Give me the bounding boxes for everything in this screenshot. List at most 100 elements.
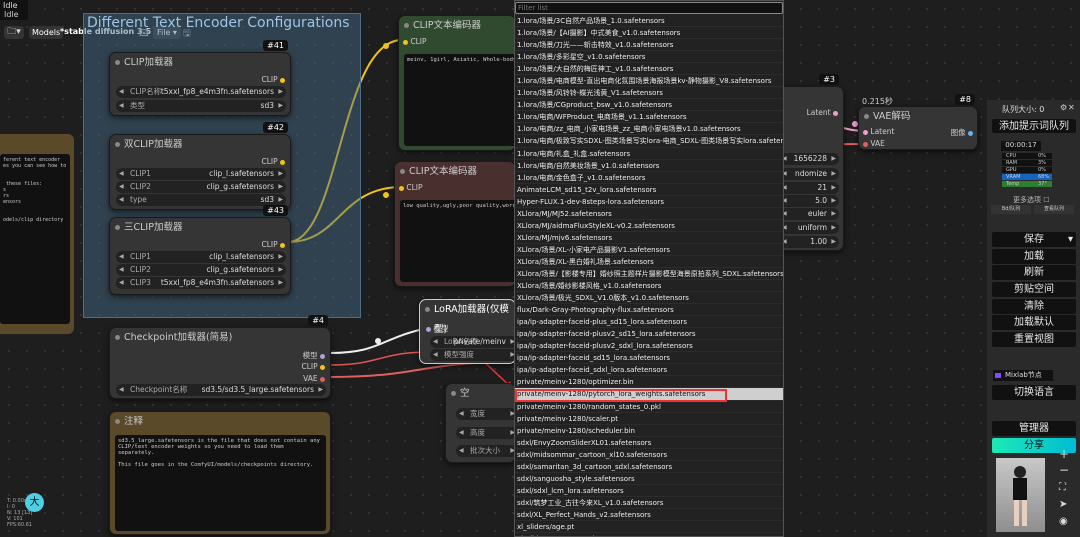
preview-image[interactable] <box>996 458 1045 532</box>
vae-decode-node[interactable]: #8 VAE解码 Latent VAE 图像 <box>858 94 978 150</box>
menu-item[interactable]: sdxl/EnvyZoomSliderXL01.safetensors <box>515 437 783 449</box>
left-note-text[interactable]: ferent text encoder es you can see how t… <box>0 154 70 324</box>
menu-item[interactable]: ipa/ip-adapter-faceid_sd15_lora.safetens… <box>515 352 783 365</box>
refresh-button[interactable]: 刷新 <box>992 265 1076 280</box>
panel-close-icon[interactable]: ✕ <box>1068 103 1075 112</box>
switch-language-button[interactable]: 切换语言 <box>992 385 1076 400</box>
panel-gear-icon[interactable]: ⚙ <box>1060 103 1067 112</box>
menu-item[interactable]: XLlora/场景/XL-小家电产品摄影V1.safetensors <box>515 244 783 256</box>
denoise-widget[interactable]: 1.00 <box>779 236 839 248</box>
clip-output[interactable]: CLIP <box>301 362 325 371</box>
dual-clip-loader-node[interactable]: #42 双CLIP加载器 CLIP CLIP1clip_l.safetensor… <box>109 122 291 210</box>
menu-item[interactable]: XLlora/MJ/mjv6.safetensors <box>515 232 783 244</box>
menu-item[interactable]: sdxl/midsommar_cartoon_xl10.safetensors <box>515 449 783 461</box>
clip-type-widget[interactable]: 类型sd3 <box>116 100 286 112</box>
menu-item[interactable]: XLlora/场景/【影楼专用】婚纱照主题样片摄影模型海景原拍系列_SDXL.s… <box>515 268 783 281</box>
load-button[interactable]: 加载 <box>992 249 1076 264</box>
menu-item[interactable]: XLlora/场景/XL-黑白婚礼场景.safetensors <box>515 256 783 268</box>
ksampler-node[interactable]: #3 Latent 1656228 ndomize 21 5.0 euler u… <box>778 74 844 251</box>
menu-item[interactable]: 1.lora/电商/zz_电商_小家电场景_zz_电商小家电场景v1.0.saf… <box>515 123 783 136</box>
clear-button[interactable]: 清除 <box>992 299 1076 314</box>
menu-item[interactable]: 1.lora/场景/CGproduct_bsw_v1.0.safetensors <box>515 99 783 112</box>
lora-name-widget[interactable]: LoRA名称private/meinv <box>430 336 518 348</box>
load-default-button[interactable]: 加载默认 <box>992 315 1076 330</box>
save-button[interactable]: 保存 ▾ <box>992 232 1076 247</box>
extra-button-1[interactable]: Bd/队列 <box>991 205 1031 214</box>
clip1-widget[interactable]: CLIP1clip_l.safetensors <box>116 168 286 180</box>
height-widget[interactable]: 高度 <box>456 427 518 439</box>
menu-list[interactable]: 1.lora/场景/3C自然产品场景_1.0.safetensors 1.lora… <box>515 15 783 536</box>
models-button[interactable]: Models <box>29 26 64 39</box>
menu-item[interactable]: sdxl/sanguosha_style.safetensors <box>515 473 783 485</box>
vae-input[interactable]: VAE <box>863 139 885 148</box>
menu-item[interactable]: 1.lora/电商/自然美妆场景_v1.0.safetensors <box>515 160 783 172</box>
clip-loader-node[interactable]: #41 CLIP加载器 CLIP CLIP名称t5xxl_fp8_e4m3fn.… <box>109 40 291 116</box>
clip-text-encode-negative[interactable]: CLIP文本编码器 CLIP low quality,ugly,poor qua… <box>394 161 517 287</box>
negative-prompt-text[interactable]: low quality,ugly,poor quality,worst qu <box>400 200 517 282</box>
menu-item[interactable]: XLlora/MJ/aidmaFluxStyleXL-v0.2.safetens… <box>515 220 783 232</box>
menu-item[interactable]: 1.lora/电商/WFProduct_电商场景_v1.1.safetensor… <box>515 111 783 124</box>
menu-item[interactable]: 1.lora/场景/电商模型-直出电商化氛围场景海报场景kv-静物摄影_V8.s… <box>515 75 783 88</box>
menu-item[interactable]: Hyper-FLUX.1-dev-8steps-lora.safetensors <box>515 196 783 208</box>
extra-button-2[interactable]: 查看队列 <box>1034 205 1074 214</box>
menu-item[interactable]: private/meinv-1280/optimizer.bin <box>515 376 783 389</box>
menu-item[interactable]: sdxl/筑梦工业_古往今来XL_v1.0.safetensors <box>515 497 783 509</box>
menu-item[interactable]: xl_sliders/cartoon_style.pt <box>515 533 783 536</box>
avatar[interactable]: 大 <box>25 493 44 512</box>
cfg-widget[interactable]: 5.0 <box>779 195 839 207</box>
menu-item[interactable]: private/meinv-1280/scheduler.bin <box>515 425 783 437</box>
menu-item[interactable]: AnimateLCM_sd15_t2v_lora.safetensors <box>515 184 783 196</box>
clip-input[interactable]: CLIP <box>403 37 427 46</box>
checkpoint-name-widget[interactable]: Checkpoint名称sd3.5/sd3.5_large.safetensor… <box>116 384 326 396</box>
menu-item[interactable]: 1.lora/电商/礼盒_礼盒.safetensors <box>515 148 783 160</box>
batch-size-widget[interactable]: 批次大小 <box>456 445 518 457</box>
menu-item[interactable]: xl_sliders/age.pt <box>515 521 783 534</box>
steps-widget[interactable]: 21 <box>779 182 839 194</box>
checkpoint-loader-node[interactable]: #4 Checkpoint加载器(简易) 模型 CLIP VAE Checkpo… <box>109 315 331 399</box>
menu-item[interactable]: private/meinv-1280/scaler.pt <box>515 413 783 425</box>
positive-prompt-text[interactable]: meinv, 1girl, Asiatic, Whole-body pe <box>404 54 517 146</box>
menu-item[interactable]: 1.lora/场景/刀光——斩击特效_v1.0.safetensors <box>515 39 783 52</box>
queue-prompt-button[interactable]: 添加提示词队列 <box>992 119 1076 133</box>
note-node[interactable]: 注释 sd3.5_large.safetensors is the file t… <box>109 411 331 535</box>
clip-output[interactable]: CLIP <box>261 157 285 166</box>
manager-button[interactable]: 管理器 <box>992 421 1076 436</box>
menu-item[interactable]: 1.lora/电商/极致写实SDXL-图类场景写实lora-电商_SDXL-图类… <box>515 135 783 148</box>
locate-icon[interactable]: ➤ <box>1059 499 1067 510</box>
width-widget[interactable]: 宽度 <box>456 408 518 420</box>
fit-view-icon[interactable]: ⛶ <box>1059 482 1066 493</box>
sampler-widget[interactable]: euler <box>779 208 839 220</box>
clip-input[interactable]: CLIP <box>399 183 423 192</box>
menu-item[interactable]: 1.lora/场景/风铃铃-蝶光浅黄_V1.safetensors <box>515 87 783 100</box>
mixlab-button[interactable]: Mixlab节点 <box>993 370 1053 381</box>
menu-item[interactable]: private/meinv-1280/random_states_0.pkl <box>515 401 783 413</box>
clip2-widget[interactable]: CLIP2clip_g.safetensors <box>116 264 286 276</box>
seed-widget[interactable]: 1656228 <box>779 153 839 165</box>
scheduler-widget[interactable]: uniform <box>779 222 839 234</box>
clip-output[interactable]: CLIP <box>261 75 285 84</box>
note-text[interactable]: sd3.5_large.safetensors is the file that… <box>115 435 326 531</box>
empty-latent-node[interactable]: 空Latent_SD3 宽度 高度 批次大小 <box>445 383 518 463</box>
folder-icon[interactable]: 🗀▾ <box>4 26 24 39</box>
clip3-widget[interactable]: CLIP3t5xxl_fp8_e4m3fn.safetensors <box>116 277 286 289</box>
menu-item[interactable]: ipa/ip-adapter-faceid-plusv2_sdxl_lora.s… <box>515 340 783 353</box>
zoom-in-icon[interactable]: + <box>1059 447 1069 461</box>
clip2-widget[interactable]: CLIP2clip_g.safetensors <box>116 181 286 193</box>
model-output[interactable]: 模型 <box>303 350 325 361</box>
left-note-node[interactable]: ferent text encoder es you can see how t… <box>0 134 74 334</box>
menu-item[interactable]: XLlora/场景/婚纱影楼风格_v1.0.safetensors <box>515 280 783 293</box>
zoom-out-icon[interactable]: − <box>1059 463 1069 477</box>
vae-output[interactable]: VAE <box>303 374 325 383</box>
menu-item[interactable]: XLlora/场景/极光_SDXL_V1.0版本_v1.0.safetensor… <box>515 292 783 305</box>
menu-item[interactable]: XLlora/MJ/MJ52.safetensors <box>515 208 783 220</box>
lora-strength-widget[interactable]: 模型强度 <box>430 349 518 361</box>
menu-item[interactable]: 1.lora/电商/金色盒子_v1.0.safetensors <box>515 172 783 184</box>
image-output[interactable]: 图像 <box>951 127 973 138</box>
menu-item[interactable]: 1.lora/场景/【AI摄影】中式美食_v1.0.safetensors <box>515 27 783 40</box>
filter-input[interactable] <box>515 2 783 14</box>
menu-item[interactable]: sdxl/samaritan_3d_cartoon_sdxl.safetenso… <box>515 461 783 473</box>
clipspace-button[interactable]: 剪贴空间 <box>992 282 1076 297</box>
model-input[interactable]: 模型 <box>426 323 448 334</box>
menu-item[interactable]: sdxl/sdxl_lcm_lora.safetensors <box>515 485 783 497</box>
lora-loader-node[interactable]: LoRA加载器(仅模型) 模型 LoRA名称private/meinv 模型强度 <box>419 299 518 364</box>
